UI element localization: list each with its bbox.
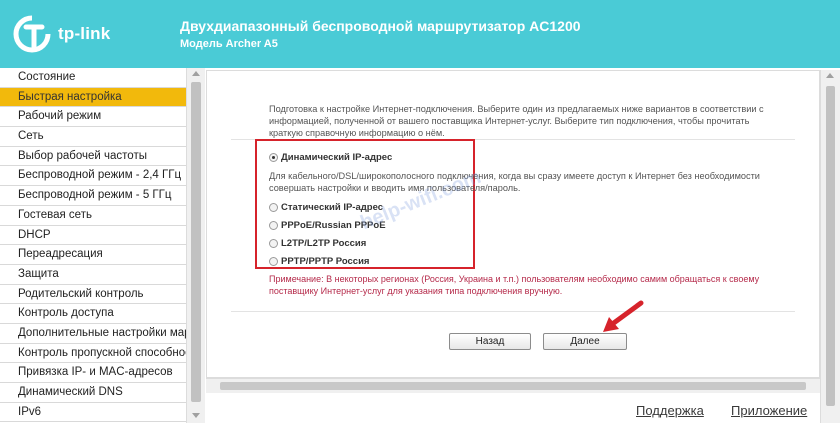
sidebar-menu: Состояние Быстрая настройка Рабочий режи…	[0, 68, 186, 423]
sidebar-item-dhcp[interactable]: DHCP	[0, 226, 186, 246]
tp-link-logo-icon	[12, 14, 52, 54]
intro-text: Подготовка к настройке Интернет-подключе…	[269, 104, 764, 138]
sidebar-item-network[interactable]: Сеть	[0, 127, 186, 147]
sidebar-item-bandwidth-control[interactable]: Контроль пропускной способност	[0, 344, 186, 364]
sidebar-item-ip-mac-binding[interactable]: Привязка IP- и MAC-адресов	[0, 363, 186, 383]
option-pptp-label: PPTP/PPTP Россия	[281, 256, 370, 267]
radio-pppoe[interactable]	[269, 221, 278, 230]
app-link[interactable]: Приложение	[731, 403, 807, 418]
content-scroll-thumb[interactable]	[826, 86, 835, 406]
horizontal-scrollbar[interactable]	[206, 378, 820, 393]
model-label: Модель Archer A5	[180, 38, 278, 50]
sidebar-item-ddns[interactable]: Динамический DNS	[0, 383, 186, 403]
sidebar-item-band-selection[interactable]: Выбор рабочей частоты	[0, 147, 186, 167]
back-button[interactable]: Назад	[449, 333, 531, 350]
sidebar-item-wireless-5[interactable]: Беспроводной режим - 5 ГГц	[0, 186, 186, 206]
header-bar: tp-link Двухдиапазонный беспроводной мар…	[0, 0, 840, 68]
sidebar-item-ipv6[interactable]: IPv6	[0, 403, 186, 423]
support-link[interactable]: Поддержка	[636, 403, 704, 418]
sidebar-scrollbar[interactable]	[186, 68, 205, 423]
sidebar-item-operation-mode[interactable]: Рабочий режим	[0, 107, 186, 128]
sidebar-item-advanced-routing[interactable]: Дополнительные настройки марш	[0, 324, 186, 344]
red-arrow-icon	[603, 300, 644, 332]
tp-link-logo: tp-link	[12, 14, 110, 54]
radio-static-ip[interactable]	[269, 203, 278, 212]
option-l2tp-label: L2TP/L2TP Россия	[281, 238, 367, 249]
scroll-up-icon[interactable]	[192, 71, 200, 76]
sidebar-item-wireless-24[interactable]: Беспроводной режим - 2,4 ГГц	[0, 166, 186, 187]
sidebar-item-parental-control[interactable]: Родительский контроль	[0, 285, 186, 305]
option-pptp[interactable]: PPTP/PPTP Россия	[269, 256, 369, 267]
radio-dynamic-ip[interactable]	[269, 153, 278, 162]
quick-setup-panel: Подготовка к настройке Интернет-подключе…	[206, 70, 820, 378]
sidebar-item-forwarding[interactable]: Переадресация	[0, 245, 186, 265]
brand-name: tp-link	[58, 24, 111, 43]
radio-pptp[interactable]	[269, 257, 278, 266]
option-description: Для кабельного/DSL/широкополосного подкл…	[269, 171, 760, 193]
page-title: Двухдиапазонный беспроводной маршрутизат…	[180, 18, 581, 34]
divider	[231, 311, 795, 312]
scroll-down-icon[interactable]	[192, 413, 200, 418]
sidebar-item-quick-setup[interactable]: Быстрая настройка	[0, 87, 186, 108]
sidebar-item-guest-network[interactable]: Гостевая сеть	[0, 206, 186, 226]
option-dynamic-ip[interactable]: Динамический IP-адрес	[269, 152, 392, 163]
sidebar-item-access-control[interactable]: Контроль доступа	[0, 304, 186, 324]
note-text: Примечание: В некоторых регионах (Россия…	[269, 274, 760, 296]
sidebar-scroll-thumb[interactable]	[191, 82, 201, 402]
content-scrollbar[interactable]	[820, 70, 840, 423]
scroll-up-icon[interactable]	[826, 73, 834, 78]
horizontal-scroll-thumb[interactable]	[220, 382, 806, 390]
option-dynamic-ip-label: Динамический IP-адрес	[281, 152, 393, 163]
radio-l2tp[interactable]	[269, 239, 278, 248]
sidebar-item-status[interactable]: Состояние	[0, 68, 186, 88]
option-l2tp[interactable]: L2TP/L2TP Россия	[269, 238, 366, 249]
sidebar-item-security[interactable]: Защита	[0, 265, 186, 285]
